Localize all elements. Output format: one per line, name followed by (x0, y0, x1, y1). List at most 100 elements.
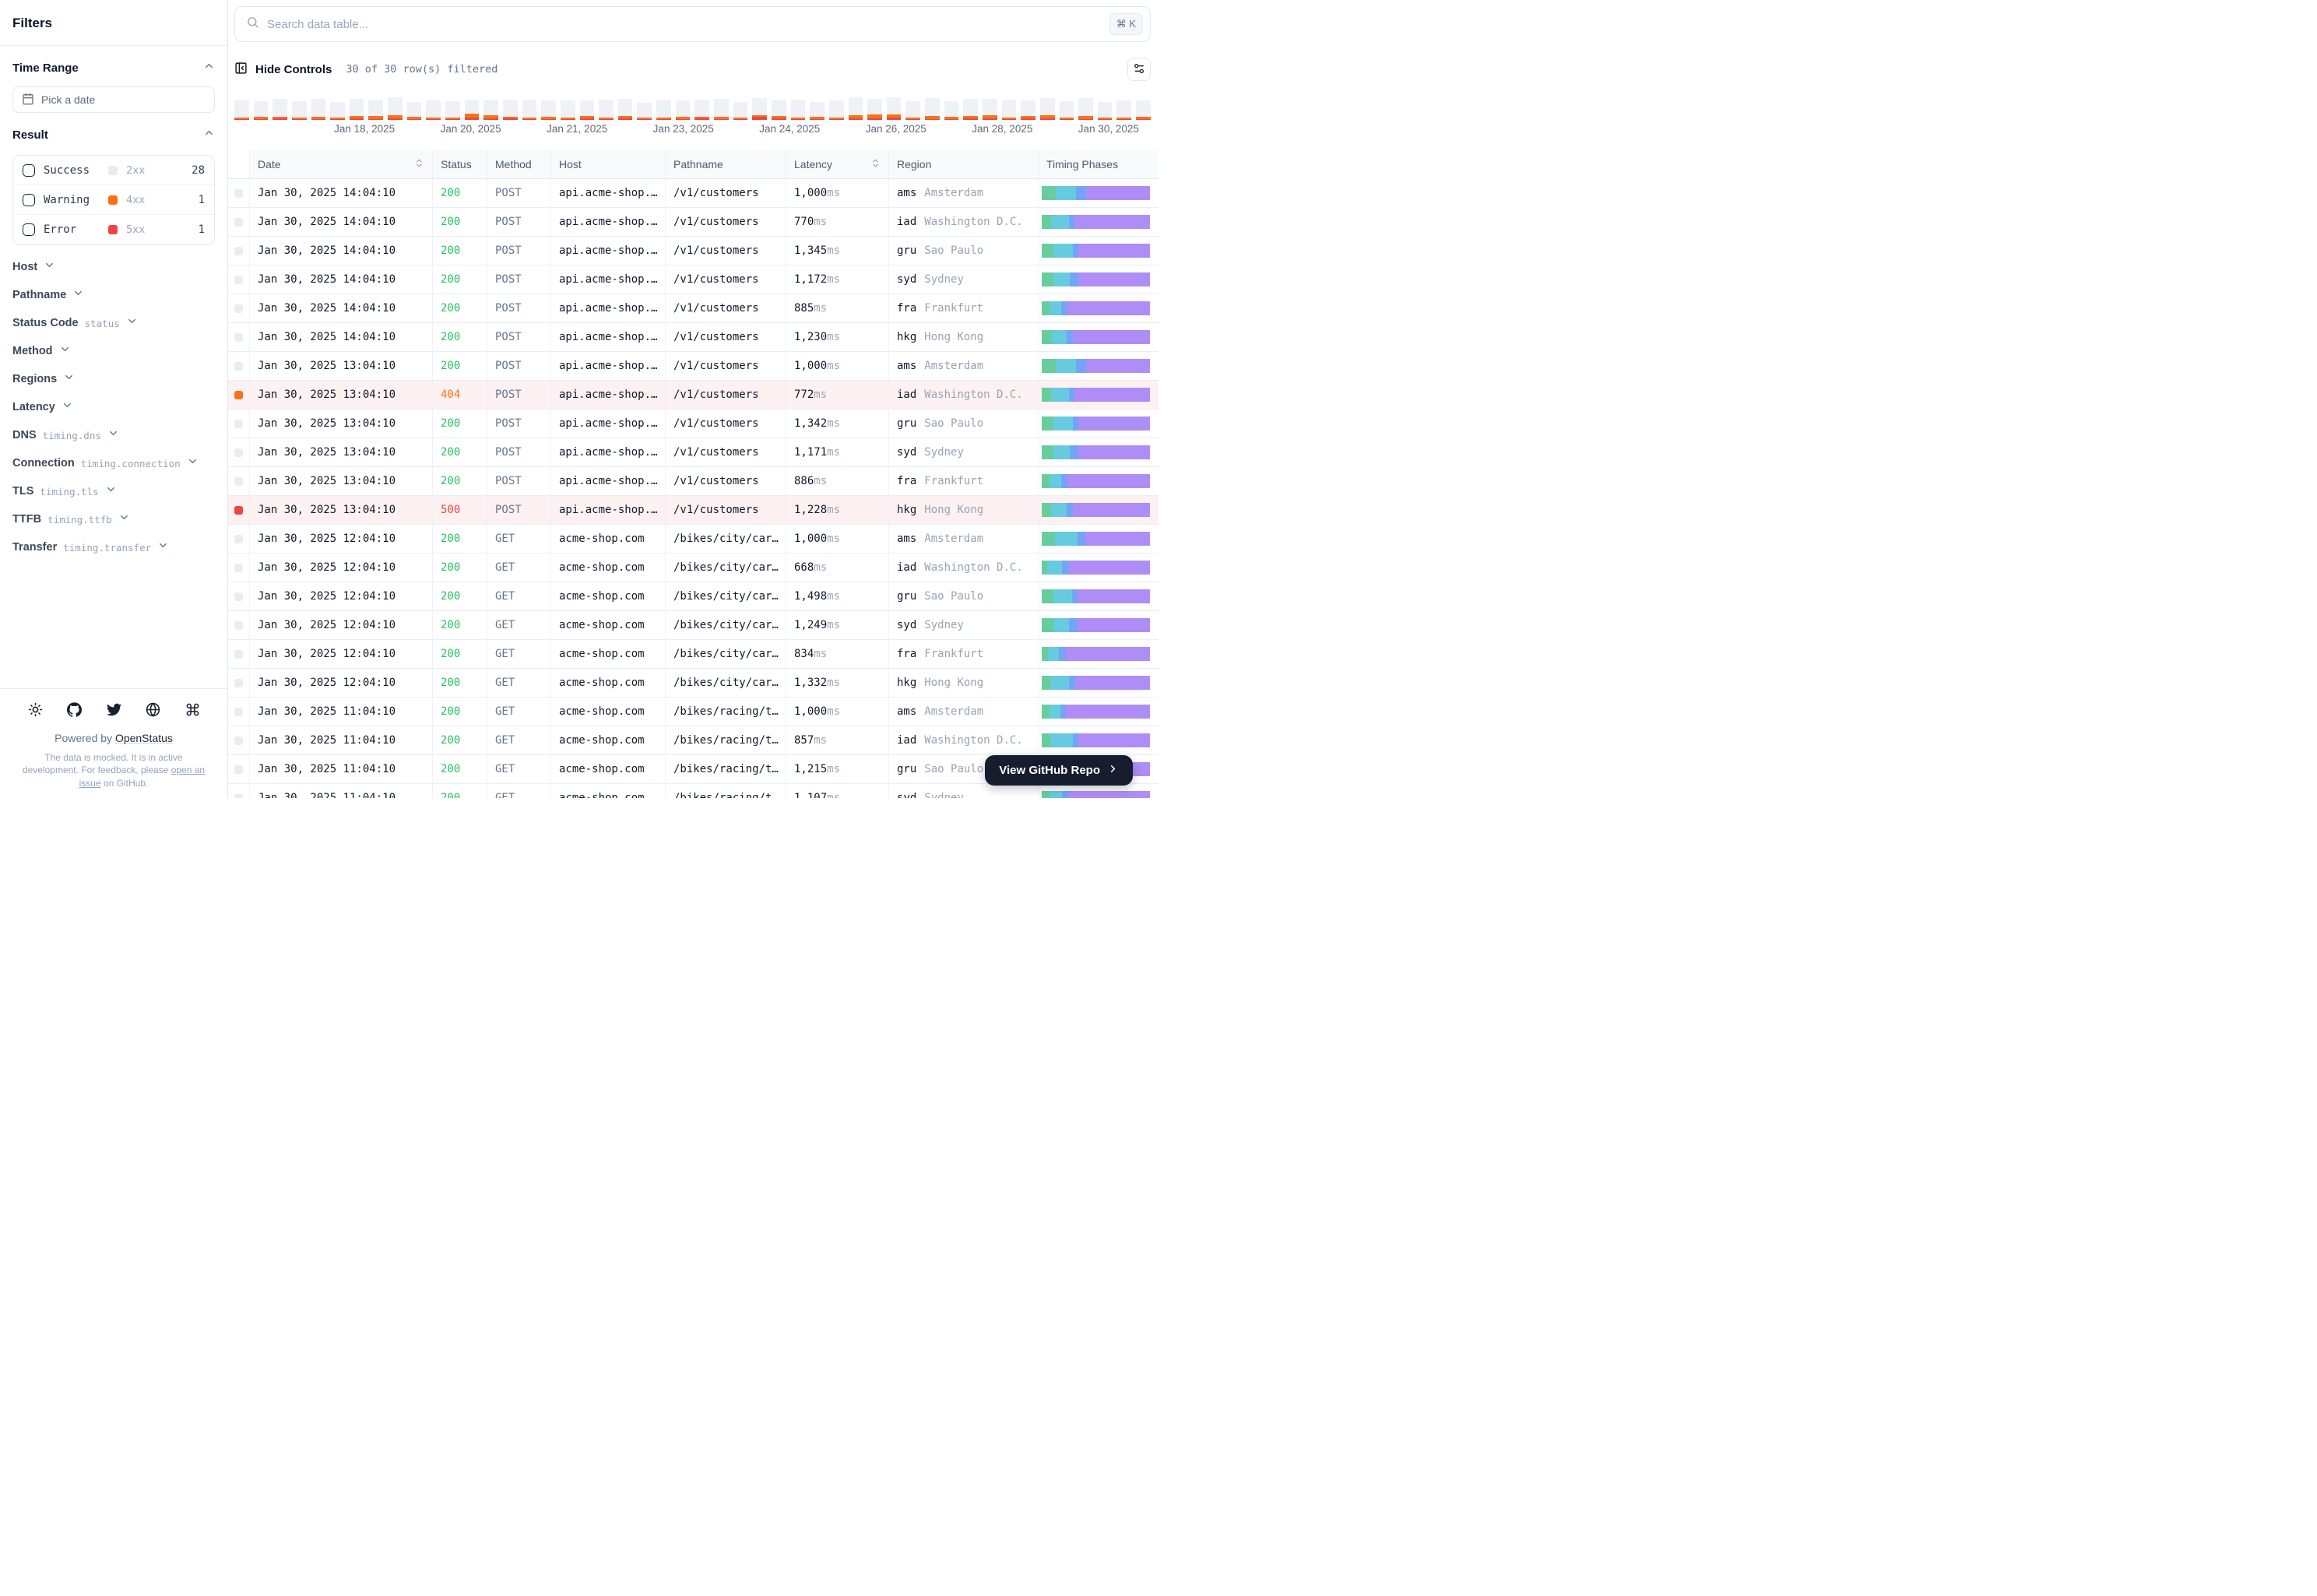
view-github-repo-button[interactable]: View GitHub Repo (985, 755, 1133, 786)
search-input[interactable] (267, 17, 1102, 31)
table-row[interactable]: Jan 30, 2025 12:04:10 200 GET acme-shop.… (228, 525, 1158, 554)
histogram-bar[interactable] (963, 99, 978, 120)
histogram-bar[interactable] (579, 100, 595, 120)
table-row[interactable]: Jan 30, 2025 11:04:10 200 GET acme-shop.… (228, 698, 1158, 726)
histogram-bar[interactable] (905, 101, 921, 120)
openstatus-link[interactable]: OpenStatus (115, 732, 173, 744)
checkbox[interactable] (23, 163, 35, 177)
table-row[interactable]: Jan 30, 2025 14:04:10 200 POST api.acme-… (228, 237, 1158, 265)
search-bar[interactable]: ⌘ K (234, 6, 1151, 42)
histogram-bar[interactable] (291, 101, 307, 120)
histogram-bar[interactable] (1001, 100, 1017, 120)
filter-section-dns[interactable]: DNS timing.dns (12, 421, 215, 449)
view-options-button[interactable] (1127, 58, 1151, 81)
histogram-bar[interactable] (944, 101, 959, 120)
table-row[interactable]: Jan 30, 2025 14:04:10 200 POST api.acme-… (228, 265, 1158, 294)
histogram-bar[interactable] (1059, 101, 1074, 120)
histogram-bar[interactable] (330, 102, 345, 120)
histogram-bar[interactable] (445, 101, 460, 120)
histogram-bar[interactable] (886, 97, 902, 120)
filter-section-host[interactable]: Host (12, 253, 215, 281)
result-section-header[interactable]: Result (12, 125, 215, 144)
histogram-bar[interactable] (771, 100, 786, 120)
result-option-warning[interactable]: Warning 4xx 1 (13, 185, 214, 215)
histogram-bar[interactable] (925, 98, 940, 120)
filter-section-pathname[interactable]: Pathname (12, 281, 215, 309)
histogram-bar[interactable] (848, 97, 863, 120)
histogram-bar[interactable] (1116, 100, 1132, 120)
histogram-bar[interactable] (828, 100, 844, 120)
table-row[interactable]: Jan 30, 2025 14:04:10 200 POST api.acme-… (228, 179, 1158, 208)
hide-controls-button[interactable]: Hide Controls (234, 62, 332, 78)
table-row[interactable]: Jan 30, 2025 13:04:10 200 POST api.acme-… (228, 467, 1158, 496)
histogram-bar[interactable] (637, 103, 652, 120)
table-row[interactable]: Jan 30, 2025 12:04:10 200 GET acme-shop.… (228, 669, 1158, 698)
histogram-bar[interactable] (1039, 98, 1055, 120)
table-row[interactable]: Jan 30, 2025 14:04:10 200 POST api.acme-… (228, 323, 1158, 352)
date-picker-input[interactable]: Pick a date (12, 86, 215, 113)
histogram-bar[interactable] (464, 100, 480, 120)
sun-icon[interactable] (26, 701, 44, 719)
table-row[interactable]: Jan 30, 2025 13:04:10 200 POST api.acme-… (228, 410, 1158, 438)
filter-section-method[interactable]: Method (12, 337, 215, 365)
sort-icon[interactable] (414, 158, 424, 170)
histogram-bar[interactable] (406, 102, 422, 120)
histogram-bar[interactable] (1021, 100, 1035, 120)
sort-icon[interactable] (870, 158, 881, 170)
histogram-bar[interactable] (752, 98, 767, 120)
histogram-bar[interactable] (272, 99, 287, 120)
histogram-bar[interactable] (368, 100, 384, 120)
twitter-icon[interactable] (105, 701, 122, 719)
table-row[interactable]: Jan 30, 2025 12:04:10 200 GET acme-shop.… (228, 611, 1158, 640)
checkbox[interactable] (23, 193, 35, 206)
histogram-bar[interactable] (483, 100, 498, 120)
globe-icon[interactable] (145, 701, 162, 719)
table-row[interactable]: Jan 30, 2025 13:04:10 404 POST api.acme-… (228, 381, 1158, 410)
histogram-bar[interactable] (349, 99, 364, 120)
histogram-bar[interactable] (541, 100, 556, 120)
histogram-bar[interactable] (982, 99, 997, 120)
histogram-bar[interactable] (675, 100, 691, 120)
table-row[interactable]: Jan 30, 2025 11:04:10 200 GET acme-shop.… (228, 726, 1158, 755)
histogram-bar[interactable] (790, 100, 806, 120)
filter-section-regions[interactable]: Regions (12, 365, 215, 393)
histogram-bar[interactable] (1136, 100, 1151, 120)
column-header-date[interactable]: Date (250, 149, 433, 178)
column-header-latency[interactable]: Latency (786, 149, 889, 178)
histogram-bar[interactable] (426, 100, 441, 120)
checkbox[interactable] (23, 223, 35, 236)
histogram-bar[interactable] (253, 101, 269, 120)
result-option-error[interactable]: Error 5xx 1 (13, 215, 214, 244)
histogram-bar[interactable] (656, 100, 671, 120)
filter-section-latency[interactable]: Latency (12, 393, 215, 421)
github-icon[interactable] (66, 701, 83, 719)
histogram-bar[interactable] (810, 102, 824, 120)
filter-section-tls[interactable]: TLS timing.tls (12, 477, 215, 505)
histogram-bar[interactable] (617, 99, 633, 120)
histogram-bar[interactable] (733, 102, 748, 120)
table-row[interactable]: Jan 30, 2025 12:04:10 200 GET acme-shop.… (228, 554, 1158, 582)
filter-section-status code[interactable]: Status Code status (12, 309, 215, 337)
filter-section-ttfb[interactable]: TTFB timing.ttfb (12, 505, 215, 533)
table-row[interactable]: Jan 30, 2025 13:04:10 500 POST api.acme-… (228, 496, 1158, 525)
table-row[interactable]: Jan 30, 2025 14:04:10 200 POST api.acme-… (228, 294, 1158, 323)
table-row[interactable]: Jan 30, 2025 12:04:10 200 GET acme-shop.… (228, 582, 1158, 611)
table-row[interactable]: Jan 30, 2025 13:04:10 200 POST api.acme-… (228, 352, 1158, 381)
time-range-section-header[interactable]: Time Range (12, 58, 215, 77)
histogram-bar[interactable] (714, 99, 729, 120)
histogram-bar[interactable] (599, 100, 614, 120)
histogram-bar[interactable] (867, 99, 882, 120)
histogram-bar[interactable] (234, 100, 249, 120)
result-option-success[interactable]: Success 2xx 28 (13, 156, 214, 185)
table-row[interactable]: Jan 30, 2025 12:04:10 200 GET acme-shop.… (228, 640, 1158, 669)
histogram-bar[interactable] (694, 100, 710, 120)
histogram-bar[interactable] (388, 97, 403, 120)
histogram-bar[interactable] (1078, 98, 1093, 120)
filter-section-transfer[interactable]: Transfer timing.transfer (12, 533, 215, 561)
histogram-bar[interactable] (560, 100, 575, 120)
command-icon[interactable] (184, 701, 201, 719)
table-row[interactable]: Jan 30, 2025 11:04:10 200 GET acme-shop.… (228, 784, 1158, 798)
histogram-bar[interactable] (311, 99, 326, 120)
filter-section-connection[interactable]: Connection timing.connection (12, 449, 215, 477)
histogram-bar[interactable] (1097, 102, 1113, 120)
